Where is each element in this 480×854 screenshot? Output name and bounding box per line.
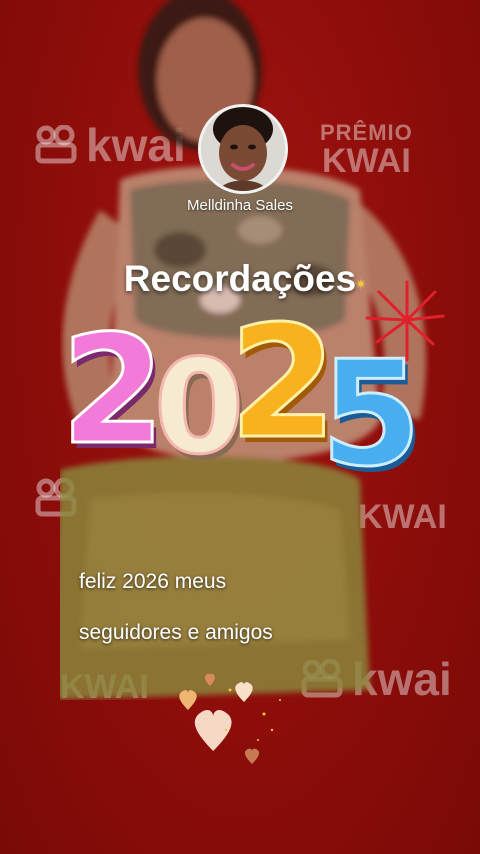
digit-2-pink: 2	[61, 304, 165, 478]
username[interactable]: Melldinha Sales	[0, 197, 480, 214]
heart-icon	[179, 690, 197, 710]
caption-line-1: feliz 2026 meus	[79, 570, 227, 593]
hearts-decoration	[179, 673, 281, 764]
digit-5-blue: 5	[321, 330, 422, 480]
avatar-photo	[201, 107, 285, 191]
heart-icon	[205, 673, 215, 686]
heart-icon	[235, 682, 253, 702]
story-card: kwai PRÊMIO KWAI KWAI kwai KWAI	[0, 0, 480, 854]
year-text: 2025	[55, 280, 58, 281]
avatar[interactable]	[198, 104, 288, 194]
year-2025-art: 2 2 0 0 2 2 5 5 2025	[55, 280, 445, 480]
heart-icon	[244, 748, 260, 764]
